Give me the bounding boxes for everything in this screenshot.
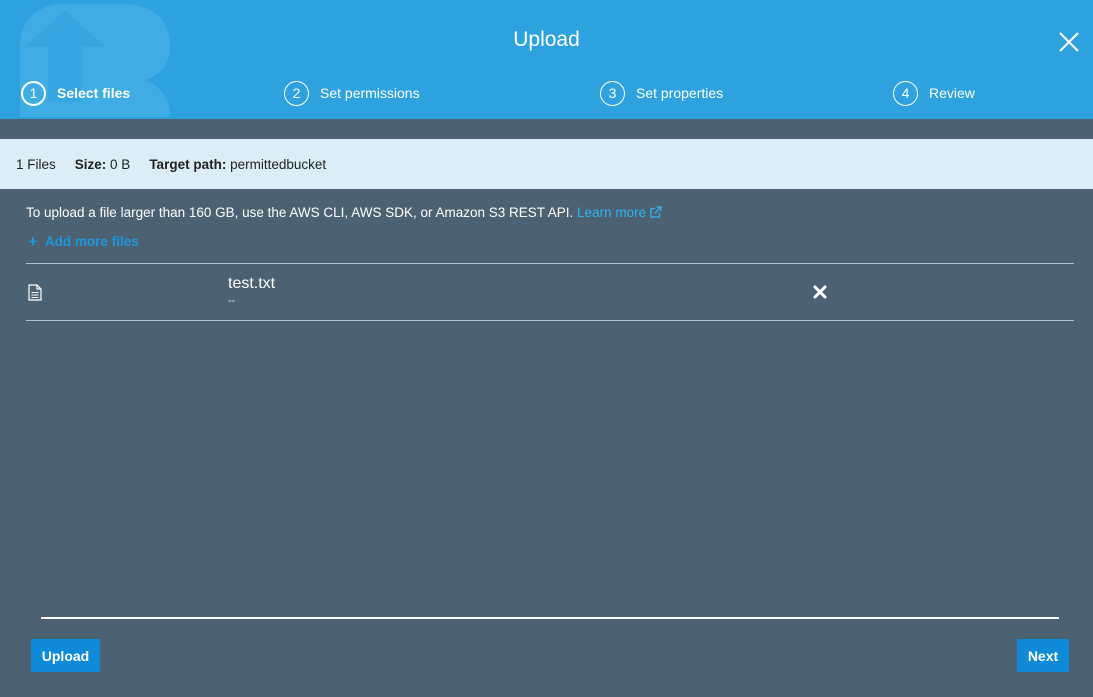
upload-summary-bar: 1 Files Size: 0 B Target path: permitted… [0,139,1093,189]
modal-header: Upload 1 Select files 2 Set permissions … [0,0,1093,119]
step-label: Review [929,85,975,101]
target-path-value: permittedbucket [230,156,327,172]
plus-icon: + [28,232,38,251]
step-label: Select files [57,85,131,101]
file-name: test.txt [228,275,276,292]
step-number: 3 [600,80,625,106]
target-path-label: Target path: [149,156,227,172]
file-size: -- [228,295,236,307]
file-icon [28,284,42,301]
step-number: 2 [284,80,309,106]
upload-button[interactable]: Upload [31,639,100,672]
total-size: Size: 0 B [75,157,131,172]
step-select-files[interactable]: 1 Select files [21,80,130,106]
notice-text: To upload a file larger than 160 GB, use… [26,205,574,220]
remove-file-icon[interactable] [813,285,827,299]
size-label: Size: [74,156,107,172]
step-number: 1 [21,80,46,106]
step-number: 4 [893,80,918,106]
next-button[interactable]: Next [1017,639,1069,672]
target-path: Target path: permittedbucket [149,157,326,172]
file-count: 1 Files [16,156,56,172]
step-review[interactable]: 4 Review [893,80,975,106]
step-set-properties[interactable]: 3 Set properties [600,80,723,106]
large-file-notice: To upload a file larger than 160 GB, use… [26,205,662,220]
footer-divider [41,617,1059,619]
learn-more-label: Learn more [577,205,647,220]
step-set-permissions[interactable]: 2 Set permissions [284,80,420,106]
add-more-files-button[interactable]: + Add more files [28,233,139,250]
size-value: 0 B [110,156,131,172]
step-label: Set permissions [320,85,420,101]
add-more-files-label: Add more files [44,234,139,249]
external-link-icon [650,206,662,218]
modal-title: Upload [513,28,580,51]
file-row: test.txt -- [26,263,1074,321]
step-label: Set properties [636,85,724,101]
close-icon[interactable] [1057,30,1081,54]
learn-more-link[interactable]: Learn more [577,205,662,220]
